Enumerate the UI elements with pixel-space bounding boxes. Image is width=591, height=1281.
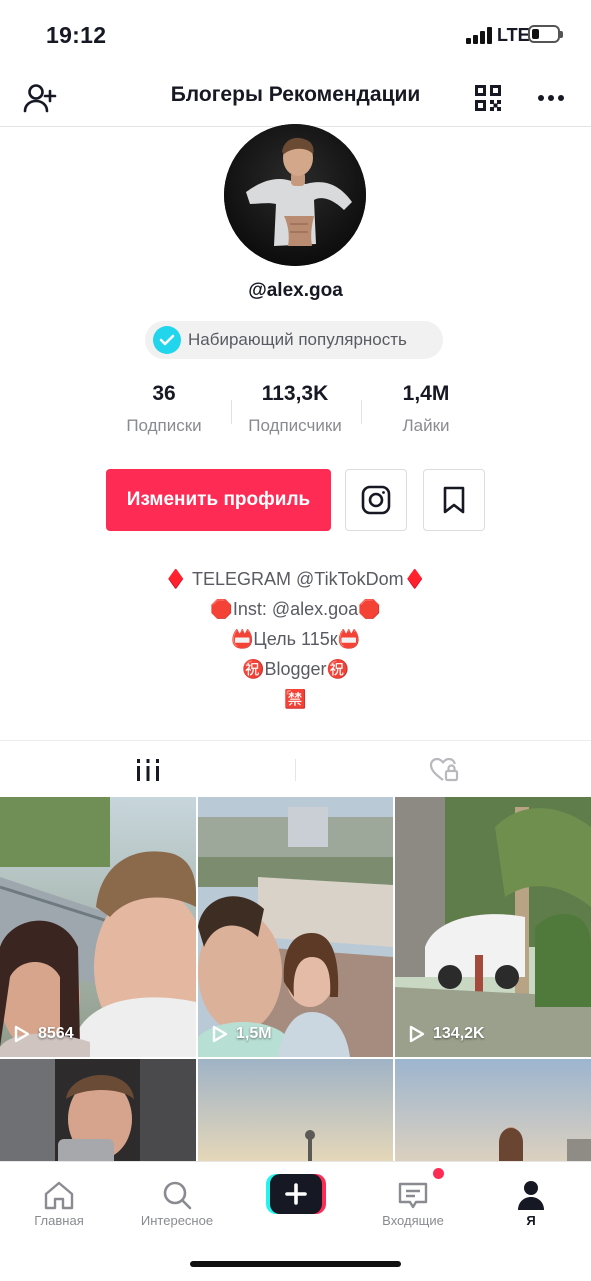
stat-value: 113,3K [261, 382, 329, 405]
profile-bio: ♦️ TELEGRAM @TikTokDom♦️ 🛑Inst: @alex.go… [0, 564, 591, 714]
stat-value: 1,4M [402, 382, 450, 405]
username: @alex.goa [248, 280, 343, 301]
stat-following[interactable]: 36 Подписки [89, 382, 239, 436]
tab-discover[interactable]: Интересное [118, 1162, 236, 1232]
stat-followers[interactable]: 113,3K Подписчики [220, 382, 370, 436]
search-icon [118, 1162, 236, 1210]
tab-home[interactable]: Главная [0, 1162, 118, 1232]
signal-icon [466, 26, 494, 44]
tab-label: Я [526, 1213, 536, 1228]
stat-label: Лайки [402, 416, 450, 435]
bio-line: 🛑Inst: @alex.goa🛑 [210, 599, 381, 619]
tab-inbox[interactable]: Входящие [354, 1162, 472, 1232]
profile-icon [472, 1162, 590, 1210]
qr-code-icon[interactable] [470, 80, 506, 116]
tab-videos[interactable] [0, 741, 295, 798]
video-thumbnail[interactable]: 8564 [0, 797, 196, 1057]
content-tabs [0, 740, 591, 798]
bio-line: 📛Цель 115к📛 [230, 629, 361, 649]
play-icon [212, 1025, 228, 1043]
stat-value: 36 [152, 382, 176, 405]
status-time: 19:12 [46, 22, 107, 48]
tab-me[interactable]: Я [472, 1162, 590, 1232]
inbox-icon [354, 1162, 472, 1210]
liked-locked-icon [429, 757, 458, 781]
instagram-icon [361, 485, 391, 515]
video-thumbnail[interactable] [395, 1059, 591, 1167]
grid-icon [136, 758, 159, 781]
stat-label: Подписки [126, 416, 202, 435]
tab-label: Главная [34, 1213, 84, 1228]
network-label: LTE [497, 25, 530, 45]
bookmark-icon [443, 486, 465, 514]
play-icon [409, 1025, 425, 1043]
play-icon [14, 1025, 30, 1043]
stat-likes[interactable]: 1,4M Лайки [351, 382, 501, 436]
status-bar: 19:12 LTE [0, 0, 591, 70]
tab-liked[interactable] [296, 741, 591, 798]
view-count: 134,2K [409, 1025, 485, 1043]
video-thumbnail[interactable] [198, 1059, 393, 1167]
tab-label: Интересное [140, 1213, 214, 1228]
video-thumbnail[interactable] [0, 1059, 196, 1167]
favorites-button[interactable] [423, 469, 485, 531]
verified-check-icon [153, 326, 181, 354]
badge-label: Набирающий популярность [188, 330, 407, 349]
avatar[interactable] [224, 124, 366, 266]
home-indicator [190, 1261, 401, 1267]
bio-line: 🈲 [284, 689, 307, 709]
view-count: 1,5M [212, 1025, 272, 1043]
edit-profile-button[interactable]: Изменить профиль [106, 469, 331, 531]
notification-dot [433, 1168, 444, 1179]
bio-line: ㊗️Blogger㊗️ [242, 659, 349, 679]
battery-icon [528, 25, 563, 43]
stat-label: Подписчики [248, 416, 342, 435]
tab-label: Входящие [382, 1213, 444, 1228]
view-count: 8564 [14, 1025, 74, 1043]
video-thumbnail[interactable]: 1,5M [198, 797, 393, 1057]
video-grid: 8564 1,5M 134,2K [0, 797, 591, 1167]
video-thumbnail[interactable]: 134,2K [395, 797, 591, 1057]
battery-level [532, 29, 539, 39]
create-video-button[interactable] [266, 1174, 326, 1214]
bio-line: ♦️ TELEGRAM @TikTokDom♦️ [164, 569, 427, 589]
status-badge[interactable]: Набирающий популярность [145, 321, 443, 359]
home-icon [0, 1162, 118, 1210]
instagram-button[interactable] [345, 469, 407, 531]
more-options-icon[interactable] [533, 80, 569, 116]
profile-header: Блогеры Рекомендации [0, 70, 591, 127]
